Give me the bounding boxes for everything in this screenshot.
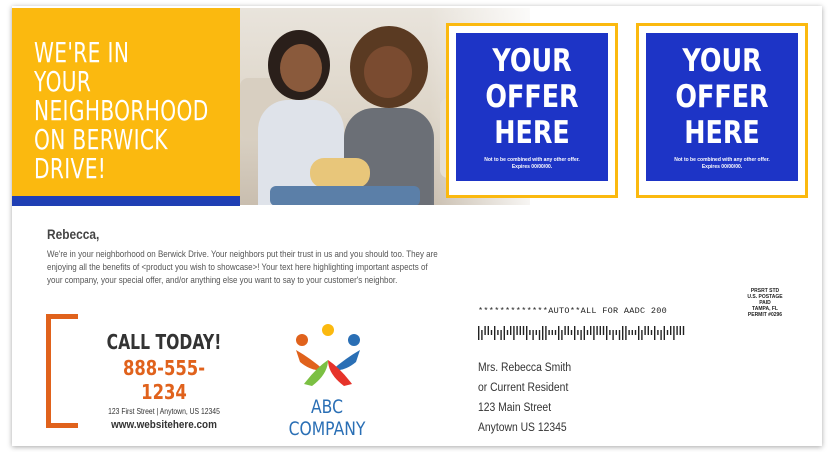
barcode-bar [548,330,550,335]
barcode-bar [516,326,518,335]
barcode-bar [599,326,601,335]
barcode-bar [641,330,643,340]
barcode-bar [606,326,608,340]
barcode-bar [628,330,630,335]
offer-box-2: YOUR OFFER HERE Not to be combined with … [636,23,808,198]
website-url: www.websitehere.com [111,419,217,431]
barcode-bar [564,326,566,335]
company-logo-icon [296,324,360,386]
letter-body: We're in your neighborhood on Berwick Dr… [47,249,438,286]
barcode-bar [522,326,525,335]
barcode-bar [487,326,489,335]
barcode-bar [519,326,521,335]
barcode-bar [657,330,659,335]
accent-bracket [46,314,78,428]
postage-indicia: PRSRT STD U.S. POSTAGE PAID TAMPA, FL PE… [747,288,783,318]
barcode-bar [673,326,675,340]
barcode-bar [497,330,499,335]
barcode-bar [644,326,646,335]
barcode-bar [593,326,595,340]
barcode-bar [679,326,681,335]
barcode-bar [532,330,534,340]
barcode-bar [554,330,557,335]
offer-fine-print: Not to be combined with any other offer.… [674,157,770,170]
barcode-bar [609,330,611,335]
barcode-bar [494,326,496,340]
barcode-bar [545,326,547,340]
call-to-action: CALL TODAY! [106,330,222,354]
offer-panel: YOUR OFFER HERE Not to be combined with … [646,33,798,181]
barcode-bar [631,330,633,335]
barcode-bar [612,330,614,340]
barcode-bar [583,326,585,340]
offer-title: YOUR OFFER HERE [485,43,579,151]
hero-title: WE'RE IN YOUR NEIGHBORHOOD ON BERWICK DR… [34,36,209,185]
recipient-line: 123 Main Street [478,402,552,414]
business-address: 123 First Street | Anytown, US 12345 [108,407,220,416]
recipient-line: Anytown US 12345 [478,422,567,434]
hero-panel: WE'RE IN YOUR NEIGHBORHOOD ON BERWICK DR… [12,8,240,203]
barcode-bar [558,326,560,340]
barcode-bar [654,326,656,340]
barcode-bar [535,330,537,335]
barcode-bar [682,326,685,335]
offer-panel: YOUR OFFER HERE Not to be combined with … [456,33,608,181]
presort-line: *************AUTO**ALL FOR AADC 200 [478,306,668,316]
barcode-bar [542,326,544,340]
barcode-bar [577,330,579,335]
barcode-bar [622,326,624,340]
barcode-bar [625,326,627,340]
barcode-bar [660,330,662,340]
letter-greeting: Rebecca, [47,226,100,242]
barcode-bar [670,326,672,335]
barcode-bar [574,326,576,340]
recipient-line: Mrs. Rebecca Smith [478,362,572,374]
barcode-bar [529,330,531,335]
barcode-bar [634,330,637,335]
barcode-bar [561,330,563,340]
barcode-bar [647,326,649,335]
barcode-bar [663,326,665,340]
barcode-bar [510,326,512,335]
offer-title: YOUR OFFER HERE [675,43,769,151]
barcode-bar [567,326,569,335]
offer-box-1: YOUR OFFER HERE Not to be combined with … [446,23,618,198]
barcode-bar [484,326,486,335]
contact-block: CALL TODAY! 888-555-1234 123 First Stree… [90,330,238,431]
barcode-bar [596,326,598,335]
barcode-bar [513,326,515,340]
barcode-bar [538,330,541,340]
barcode-bar [506,330,509,335]
recipient-line: or Current Resident [478,382,569,394]
offer-fine-print: Not to be combined with any other offer.… [484,157,580,170]
barcode-bar [570,330,573,335]
hero-accent-bar [12,196,240,206]
barcode-bar [490,330,493,335]
barcode-bar [586,330,589,335]
barcode-bar [618,330,621,340]
barcode-bar [526,326,528,340]
barcode-bar [676,326,678,335]
barcode-bar [503,326,505,340]
barcode-bar [481,330,483,340]
barcode-bar [551,330,553,335]
barcode-bar [478,326,480,340]
barcode-bar [638,326,640,340]
barcode-bar [580,330,582,340]
recipient-address: Mrs. Rebecca Smith or Current Resident 1… [478,358,571,438]
barcode-bar [590,326,592,335]
phone-number: 888-555-1234 [122,356,206,404]
company-name: ABC COMPANY [288,396,366,440]
barcode-bar [650,330,653,335]
barcode-bar [666,330,669,335]
barcode-bar [615,330,617,335]
barcode-bar [602,326,605,335]
intelligent-mail-barcode [478,326,685,340]
barcode-bar [500,330,502,340]
